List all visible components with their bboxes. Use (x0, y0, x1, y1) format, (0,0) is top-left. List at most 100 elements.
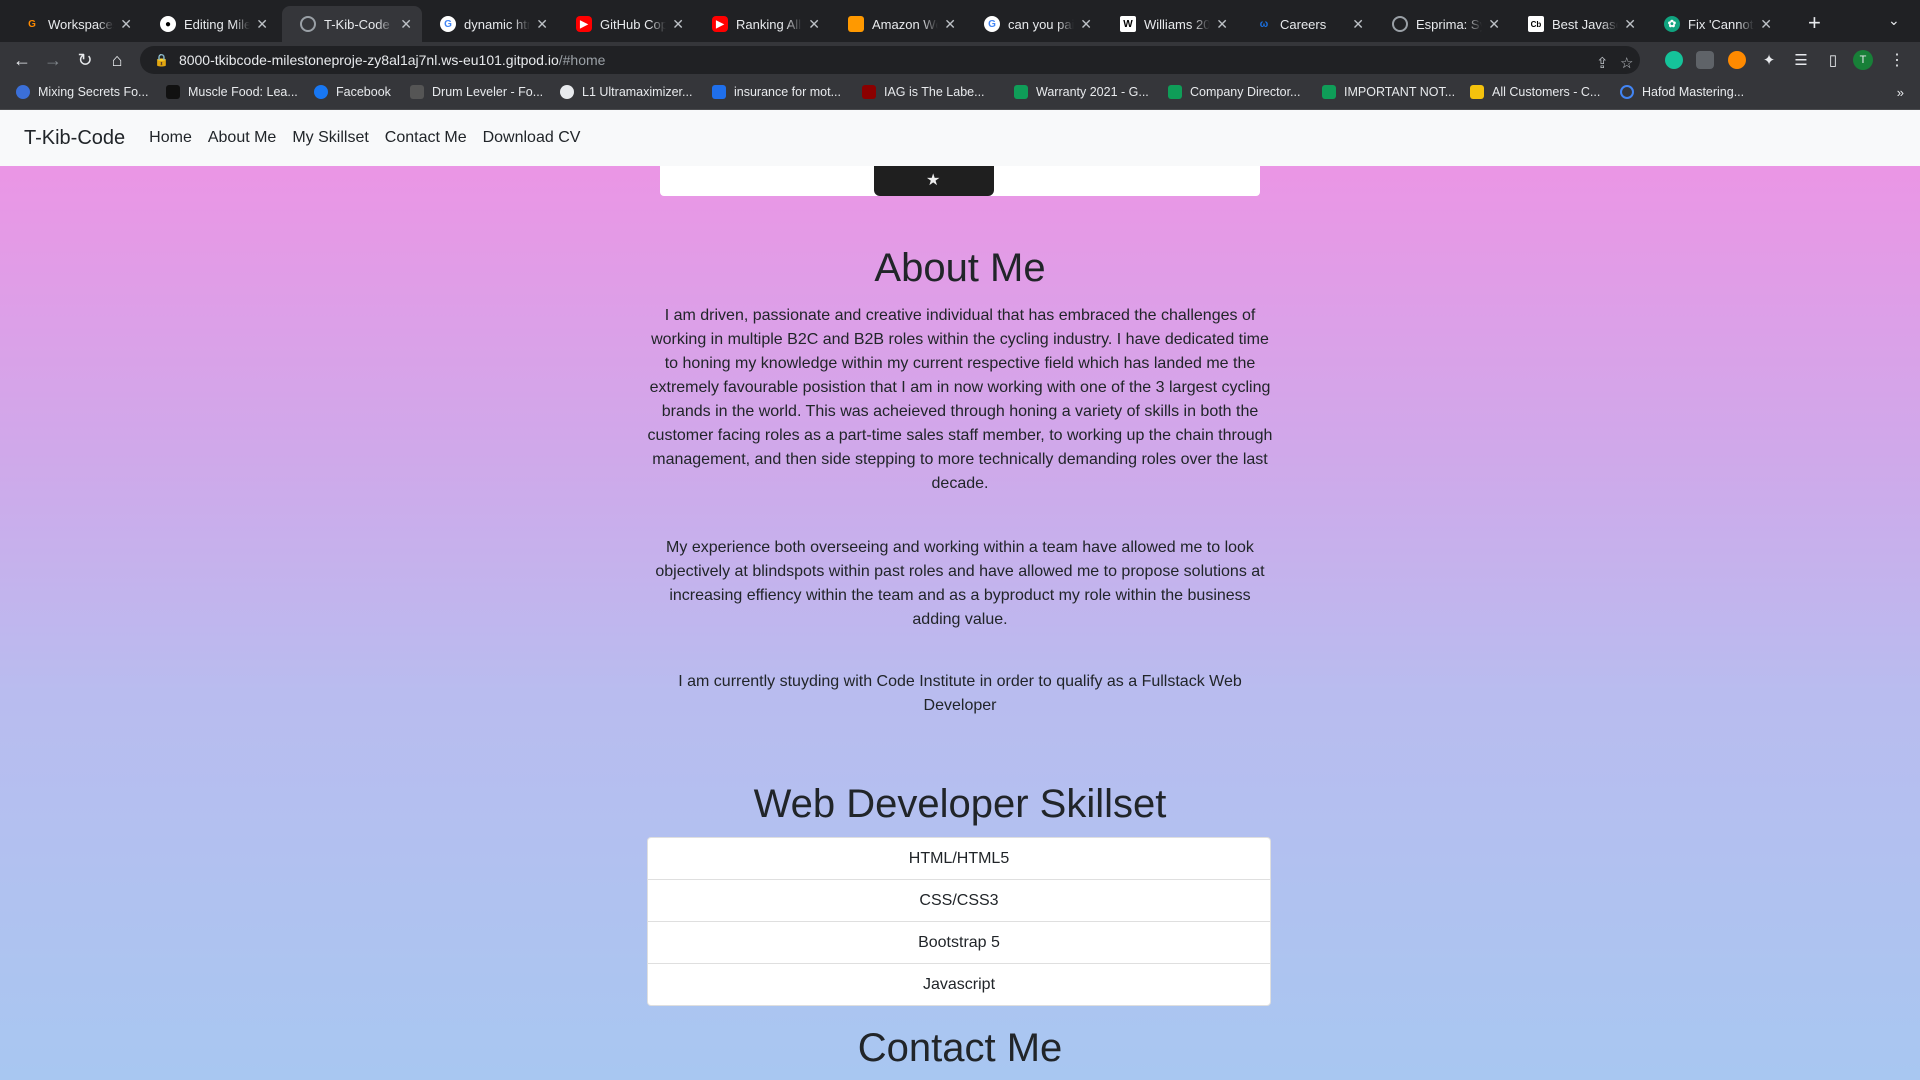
wikipedia-icon: W (1120, 16, 1136, 32)
about-paragraph: I am currently stuyding with Code Instit… (678, 673, 1242, 714)
tab-ranking[interactable]: ▶ Ranking All S✕ (694, 6, 830, 42)
star-icon: ★ (926, 172, 941, 189)
google-icon: G (440, 16, 456, 32)
gitpod-extension-icon[interactable] (1728, 51, 1746, 69)
chatgpt-icon: ✿ (1664, 16, 1680, 32)
bookmark-item[interactable]: IMPORTANT NOT... (1322, 85, 1455, 99)
new-tab-button[interactable]: + (1808, 10, 1821, 36)
tab-fix-cannot[interactable]: ✿ Fix 'Cannot s✕ (1646, 6, 1782, 42)
media-queue-icon[interactable]: ☰ (1789, 48, 1813, 72)
bookmark-favicon-icon (862, 85, 876, 99)
bookmark-favicon-icon (166, 85, 180, 99)
sheets-icon (1322, 85, 1336, 99)
bookmark-item[interactable]: L1 Ultramaximizer... (560, 85, 692, 99)
forward-arrow-icon[interactable]: → (41, 48, 65, 72)
tab-workspaces[interactable]: G Workspaces ✕ (6, 6, 142, 42)
close-icon[interactable]: ✕ (808, 16, 820, 33)
grammarly-extension-icon[interactable] (1665, 51, 1683, 69)
facebook-icon (314, 85, 328, 99)
skills-list: HTML/HTML5 CSS/CSS3 Bootstrap 5 Javascri… (647, 837, 1271, 1006)
nav-download-cv[interactable]: Download CV (483, 129, 581, 147)
bookmark-item[interactable]: Warranty 2021 - G... (1014, 85, 1149, 99)
nav-home[interactable]: Home (149, 129, 192, 147)
list-item: HTML/HTML5 (648, 838, 1270, 880)
close-icon[interactable]: ✕ (1080, 16, 1092, 33)
waves-icon (560, 85, 574, 99)
puzzle-extensions-icon[interactable]: ✦ (1757, 48, 1781, 72)
bookmarks-bar: Mixing Secrets Fo... Muscle Food: Lea...… (0, 78, 1920, 110)
bookmark-item[interactable]: Mixing Secrets Fo... (16, 85, 148, 99)
close-icon[interactable]: ✕ (944, 16, 956, 33)
bookmark-item[interactable]: Hafod Mastering... (1620, 85, 1744, 99)
bookmark-item[interactable]: insurance for mot... (712, 85, 841, 99)
close-icon[interactable]: ✕ (1760, 16, 1772, 33)
close-icon[interactable]: ✕ (1488, 16, 1500, 33)
close-icon[interactable]: ✕ (672, 16, 684, 33)
globe-icon (300, 16, 316, 32)
page-viewport: ★ T-Kib-Code Home About Me My Skillset C… (0, 110, 1920, 1080)
bookmark-item[interactable]: Drum Leveler - Fo... (410, 85, 543, 99)
nav-my-skillset[interactable]: My Skillset (292, 129, 368, 147)
nav-about-me[interactable]: About Me (208, 129, 276, 147)
tab-github-copilot[interactable]: ▶ GitHub Copilot✕ (558, 6, 694, 42)
list-item: CSS/CSS3 (648, 880, 1270, 922)
close-icon[interactable]: ✕ (536, 16, 548, 33)
tab-williams[interactable]: W Williams 2022✕ (1102, 6, 1238, 42)
side-panel-icon[interactable]: ▯ (1821, 48, 1845, 72)
profile-photo: ★ (874, 166, 994, 196)
bookmark-item[interactable]: IAG is The Labe... (862, 85, 985, 99)
url-host: 8000-tkibcode-milestoneproje-zy8al1aj7nl… (178, 52, 559, 68)
reload-icon[interactable]: ↻ (73, 48, 97, 72)
youtube-icon: ▶ (576, 16, 592, 32)
tab-esprima[interactable]: Esprima: Syntax✕ (1374, 6, 1510, 42)
close-icon[interactable]: ✕ (1352, 16, 1364, 33)
bookmark-item[interactable]: Muscle Food: Lea... (166, 85, 298, 99)
bookmark-item[interactable]: Facebook (314, 85, 391, 99)
kebab-menu-icon[interactable]: ⋮ (1885, 48, 1909, 72)
tab-editing-milestone[interactable]: ● Editing Milestone✕ (142, 6, 278, 42)
share-icon[interactable]: ⇪ (1596, 54, 1609, 72)
aws-icon (848, 16, 864, 32)
browser-toolbar: ← → ↻ ⌂ 🔒 8000-tkibcode-milestoneproje-z… (0, 42, 1920, 78)
lock-icon: 🔒 (154, 53, 169, 67)
list-item: Javascript (922, 975, 996, 993)
bookmark-star-icon[interactable]: ☆ (1620, 54, 1633, 72)
bookmark-item[interactable]: All Customers - C... (1470, 85, 1600, 99)
back-arrow-icon[interactable]: ← (10, 48, 34, 72)
tab-t-kib-code[interactable]: T-Kib-Code Port✕ (282, 6, 422, 42)
about-heading: About Me (874, 246, 1046, 290)
site-navbar: T-Kib-Code Home About Me My Skillset Con… (0, 110, 1920, 166)
home-icon[interactable]: ⌂ (105, 48, 129, 72)
tab-amazon-web[interactable]: Amazon Web✕ (830, 6, 966, 42)
google-icon: G (984, 16, 1000, 32)
globe-icon (1392, 16, 1408, 32)
site-brand[interactable]: T-Kib-Code (24, 127, 125, 150)
address-bar[interactable]: 🔒 8000-tkibcode-milestoneproje-zy8al1aj7… (140, 46, 1640, 74)
close-icon[interactable]: ✕ (256, 16, 268, 33)
extension-icon[interactable] (1696, 51, 1714, 69)
gitpod-icon: G (28, 18, 36, 30)
profile-photo-card: ★ (660, 166, 1260, 196)
close-icon[interactable]: ✕ (120, 16, 132, 33)
bookmark-favicon-icon (712, 85, 726, 99)
skillset-heading: Web Developer Skillset (753, 782, 1167, 826)
tab-careers[interactable]: ω Careers ✕ (1238, 6, 1374, 42)
more-bookmarks-chevron-icon[interactable]: » (1897, 85, 1904, 100)
close-icon[interactable]: ✕ (1624, 16, 1636, 33)
bookmark-favicon-icon (16, 85, 30, 99)
youtube-icon: ▶ (712, 16, 728, 32)
tab-can-you-pair[interactable]: G can you pair ✕ (966, 6, 1102, 42)
tab-search-chevron-icon[interactable]: ⌄ (1888, 12, 1900, 29)
sheets-icon (1168, 85, 1182, 99)
profile-avatar[interactable]: T (1853, 50, 1873, 70)
bookmark-item[interactable]: Company Director... (1168, 85, 1300, 99)
close-icon[interactable]: ✕ (1216, 16, 1228, 33)
contact-heading: Contact Me (857, 1026, 1063, 1070)
nav-contact-me[interactable]: Contact Me (385, 129, 467, 147)
tab-best-javascript[interactable]: Cb Best Javascript✕ (1510, 6, 1646, 42)
url-path: /#home (558, 52, 606, 68)
close-icon[interactable]: ✕ (400, 16, 412, 33)
tab-dynamic-html[interactable]: G dynamic html✕ (422, 6, 558, 42)
tab-strip: G Workspaces✕ ● Editing Milestone✕ T-Kib… (0, 0, 1920, 42)
bookmark-favicon-icon (410, 85, 424, 99)
